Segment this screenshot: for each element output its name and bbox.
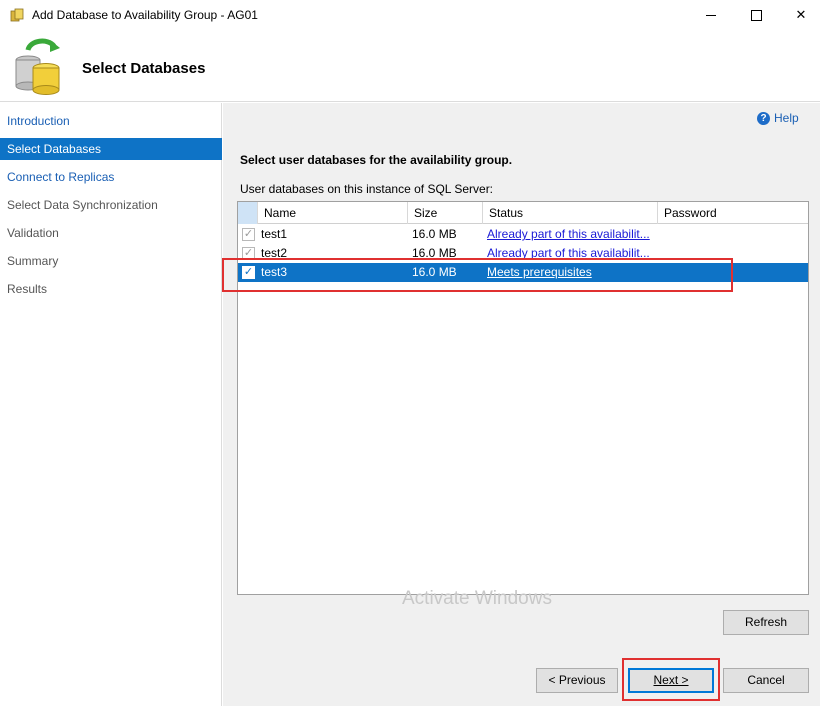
close-button[interactable]: ✕ [778, 0, 820, 30]
cancel-label: Cancel [747, 673, 785, 687]
help-label: Help [774, 111, 799, 125]
nav-item-validation: Validation [7, 226, 59, 240]
nav-item-results: Results [7, 282, 48, 296]
nav-item-connect-to-replicas[interactable]: Connect to Replicas [0, 166, 222, 188]
highlight-box-test3 [222, 258, 733, 292]
window-title: Add Database to Availability Group - AG0… [32, 8, 258, 22]
title-bar: Add Database to Availability Group - AG0… [0, 0, 820, 30]
header-select-all[interactable] [238, 202, 258, 224]
maximize-icon [750, 9, 762, 21]
refresh-button[interactable]: Refresh [723, 610, 809, 635]
help-link[interactable]: ? Help [757, 111, 799, 125]
section-heading: Select user databases for the availabili… [240, 153, 513, 167]
row-status-link[interactable]: Already part of this availabilit... [487, 227, 650, 241]
minimize-icon [706, 14, 716, 16]
previous-button[interactable]: < Previous [536, 668, 618, 693]
column-header-password[interactable]: Password [658, 202, 808, 224]
maximize-button[interactable] [733, 0, 779, 30]
column-header-size[interactable]: Size [408, 202, 483, 224]
close-icon: ✕ [795, 7, 807, 22]
page-header: Select Databases [0, 30, 820, 102]
nav-item-select-data-synchronization: Select Data Synchronization [7, 198, 158, 212]
nav-item-summary: Summary [7, 254, 59, 268]
column-header-status[interactable]: Status [483, 202, 658, 224]
wizard-nav: Introduction Select Databases Connect to… [0, 103, 222, 706]
row-name: test1 [261, 227, 288, 241]
table-row[interactable]: ✓ test1 16.0 MB Already part of this ava… [238, 225, 808, 244]
nav-item-introduction[interactable]: Introduction [0, 110, 222, 132]
column-header-name[interactable]: Name [258, 202, 408, 224]
database-sync-icon [15, 38, 60, 95]
previous-label: < Previous [548, 673, 606, 687]
grid-header: Name Size Status Password [238, 202, 808, 224]
row-size: 16.0 MB [412, 227, 457, 241]
main-panel: ? Help Select user databases for the ava… [223, 103, 820, 706]
highlight-box-next [622, 658, 720, 701]
activate-windows-watermark: Activate Windows [402, 588, 552, 609]
refresh-label: Refresh [744, 615, 788, 629]
page-title: Select Databases [82, 60, 206, 77]
minimize-button[interactable] [688, 0, 734, 30]
cancel-button[interactable]: Cancel [723, 668, 809, 693]
nav-item-select-databases[interactable]: Select Databases [0, 138, 222, 160]
app-icon [10, 8, 24, 22]
row-checkbox[interactable]: ✓ [242, 228, 255, 241]
help-icon: ? [757, 111, 770, 125]
grid-label: User databases on this instance of SQL S… [240, 182, 494, 196]
